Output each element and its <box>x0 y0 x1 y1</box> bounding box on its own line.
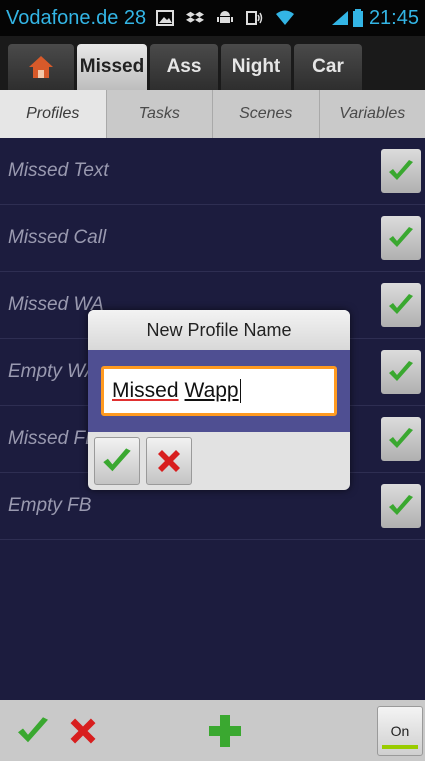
project-tab-bar: Missed Ass Night Car <box>0 36 425 90</box>
check-icon <box>389 361 413 381</box>
check-icon <box>389 495 413 515</box>
dialog-actions <box>88 432 350 490</box>
profile-enable-toggle[interactable] <box>381 484 421 528</box>
profile-name: Empty WA <box>8 361 98 382</box>
status-icons <box>156 10 295 26</box>
profile-enable-toggle[interactable] <box>381 216 421 260</box>
profile-enable-toggle[interactable] <box>381 417 421 461</box>
dropbox-icon <box>186 11 205 23</box>
apply-button[interactable] <box>8 706 58 756</box>
section-tab-bar: Profiles Tasks Scenes Variables <box>0 90 425 138</box>
text-cursor <box>239 379 241 403</box>
profile-name: Empty FB <box>8 495 92 516</box>
check-icon <box>389 294 413 314</box>
tab-scenes[interactable]: Scenes <box>213 90 320 138</box>
nfc-icon <box>246 11 263 25</box>
profile-name: Missed FB <box>8 428 98 449</box>
plus-icon <box>209 714 241 747</box>
signal-icon <box>331 11 348 25</box>
dialog-body: Missed Wapp <box>88 350 350 432</box>
tab-night[interactable]: Night <box>221 44 291 90</box>
on-label: On <box>390 722 410 739</box>
add-button[interactable] <box>200 706 250 756</box>
android-icon <box>217 11 234 23</box>
confirm-button[interactable] <box>94 437 140 485</box>
clock: 21:45 <box>368 6 419 29</box>
new-profile-dialog: New Profile Name Missed Wapp <box>88 310 350 490</box>
bottom-toolbar: On <box>0 700 425 761</box>
tab-home[interactable] <box>8 44 74 90</box>
check-icon <box>18 716 48 742</box>
profile-enable-toggle[interactable] <box>381 283 421 327</box>
tab-car[interactable]: Car <box>294 44 362 90</box>
profile-name: Missed Call <box>8 227 107 248</box>
profile-enable-toggle[interactable] <box>381 149 421 193</box>
close-icon <box>70 718 96 743</box>
on-toggle-button[interactable]: On <box>377 705 423 756</box>
tab-variables[interactable]: Variables <box>320 90 425 138</box>
carrier-label: Vodafone.de 28 <box>6 6 147 29</box>
tab-missed[interactable]: Missed <box>77 44 147 90</box>
profile-row[interactable]: Missed Call <box>0 205 425 272</box>
profile-row[interactable]: Missed Text <box>0 138 425 205</box>
tab-ass[interactable]: Ass <box>150 44 218 90</box>
cancel-button[interactable] <box>146 437 192 485</box>
close-icon <box>158 450 180 472</box>
tab-tasks[interactable]: Tasks <box>107 90 213 138</box>
on-indicator <box>382 744 418 749</box>
status-bar: Vodafone.de 28 21:45 <box>0 0 425 36</box>
wifi-icon <box>276 10 295 25</box>
input-text-word2: Wapp <box>184 379 239 402</box>
profile-name-input[interactable]: Missed Wapp <box>101 366 337 416</box>
input-text-word1: Missed <box>112 379 179 402</box>
check-icon <box>103 448 131 472</box>
profile-name: Missed Text <box>8 160 109 181</box>
battery-icon <box>352 9 363 27</box>
image-icon <box>156 10 175 26</box>
check-icon <box>389 428 413 448</box>
tab-profiles[interactable]: Profiles <box>0 90 107 138</box>
home-icon <box>29 56 53 78</box>
profile-enable-toggle[interactable] <box>381 350 421 394</box>
check-icon <box>389 160 413 180</box>
discard-button[interactable] <box>58 706 108 756</box>
check-icon <box>389 227 413 247</box>
dialog-title: New Profile Name <box>88 310 350 350</box>
